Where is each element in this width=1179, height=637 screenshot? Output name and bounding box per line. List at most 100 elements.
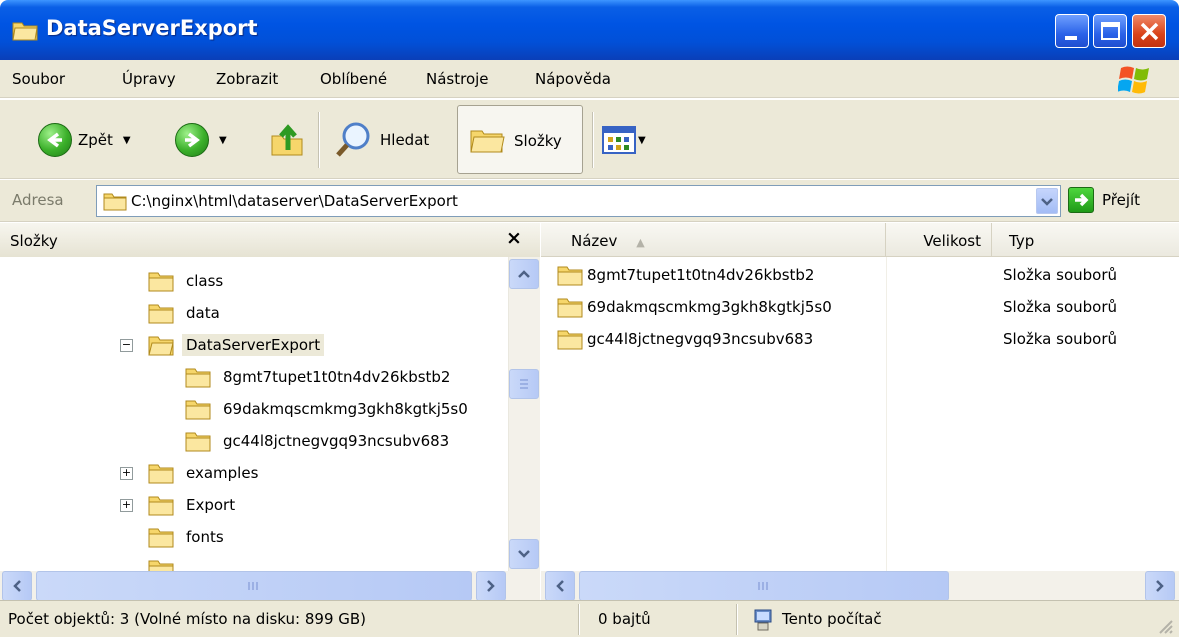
- forward-button[interactable]: ▼: [175, 100, 227, 180]
- file-list: Název ▲ Velikost Typ 8gmt7tupet1t0tn4dv2…: [541, 223, 1179, 601]
- back-label: Zpět: [78, 131, 113, 149]
- forward-dropdown-icon[interactable]: ▼: [219, 135, 227, 146]
- chevron-right-icon: [487, 580, 495, 592]
- tree-item-label: 69dakmqscmkmg3gkh8kgtkj5s0: [223, 400, 468, 418]
- forward-arrow-icon: [175, 123, 209, 157]
- address-dropdown-button[interactable]: [1036, 188, 1058, 214]
- scroll-left-button[interactable]: [545, 571, 575, 601]
- back-dropdown-icon[interactable]: ▼: [123, 135, 131, 146]
- folders-pane-title: Složky: [10, 232, 58, 250]
- folder-tree: class data − DataServerExport 8gmt7tupet…: [0, 257, 508, 571]
- folders-horizontal-scrollbar[interactable]: [0, 571, 540, 601]
- maximize-icon: [1101, 22, 1120, 40]
- close-pane-icon[interactable]: ×: [506, 227, 522, 249]
- scroll-thumb[interactable]: [36, 571, 472, 601]
- tree-item-label: data: [186, 304, 220, 322]
- column-type-label: Typ: [1009, 232, 1035, 250]
- column-divider: [886, 257, 887, 571]
- list-item[interactable]: 8gmt7tupet1t0tn4dv26kbstb2 Složka soubor…: [557, 261, 1157, 289]
- tree-item-data[interactable]: data: [148, 299, 224, 327]
- grip-icon: [758, 582, 768, 590]
- tree-item-dataserverexport[interactable]: DataServerExport: [148, 331, 325, 359]
- sort-ascending-icon: ▲: [636, 236, 645, 249]
- status-size: 0 bajtů: [598, 610, 651, 628]
- folder-icon: [12, 22, 38, 41]
- folder-icon: [148, 528, 174, 548]
- column-header-size[interactable]: Velikost: [886, 223, 992, 257]
- chevron-up-icon: [518, 270, 530, 278]
- tree-item-label: 8gmt7tupet1t0tn4dv26kbstb2: [223, 368, 451, 386]
- tree-item-fonts[interactable]: fonts: [148, 523, 228, 551]
- minimize-icon: [1065, 36, 1077, 40]
- address-path: C:\nginx\html\dataserver\DataServerExpor…: [131, 192, 458, 210]
- tree-item-label: DataServerExport: [182, 334, 325, 356]
- views-button[interactable]: ▼: [602, 100, 646, 180]
- files-horizontal-scrollbar[interactable]: [541, 571, 1179, 601]
- go-button[interactable]: Přejít: [1068, 187, 1140, 213]
- menu-oblibene[interactable]: Oblíbené: [320, 70, 387, 88]
- column-headers: Název ▲ Velikost Typ: [541, 223, 1179, 257]
- collapse-icon[interactable]: −: [120, 339, 133, 352]
- menu-zobrazit[interactable]: Zobrazit: [216, 70, 278, 88]
- chevron-left-icon: [13, 580, 21, 592]
- list-item[interactable]: 69dakmqscmkmg3gkh8kgtkj5s0 Složka soubor…: [557, 293, 1157, 321]
- expand-icon[interactable]: +: [120, 467, 133, 480]
- folder-icon: [103, 193, 127, 211]
- tree-item-export[interactable]: Export: [148, 491, 239, 519]
- folder-icon: [185, 400, 211, 420]
- tree-item-class[interactable]: class: [148, 267, 227, 295]
- folders-vertical-scrollbar[interactable]: [508, 257, 540, 571]
- scroll-right-button[interactable]: [476, 571, 506, 601]
- search-icon: [336, 122, 370, 157]
- menu-upravy[interactable]: Úpravy: [122, 70, 176, 88]
- tree-item-label: examples: [186, 464, 259, 482]
- resize-grip-icon[interactable]: [1156, 617, 1174, 635]
- column-header-type[interactable]: Typ: [993, 223, 1179, 257]
- go-label: Přejít: [1102, 191, 1141, 209]
- up-folder-button[interactable]: [270, 100, 306, 180]
- scroll-thumb[interactable]: [579, 571, 949, 601]
- menu-napoveda[interactable]: Nápověda: [535, 70, 611, 88]
- views-dropdown-icon[interactable]: ▼: [638, 135, 646, 146]
- close-icon: [1140, 22, 1159, 41]
- scroll-thumb[interactable]: [509, 369, 539, 399]
- column-name-label: Název: [571, 232, 618, 250]
- folders-pane: Složky × class data − DataServerExport 8…: [0, 223, 540, 601]
- folder-icon: [148, 272, 174, 292]
- scroll-right-button[interactable]: [1145, 571, 1175, 601]
- address-bar: Adresa C:\nginx\html\dataserver\DataServ…: [0, 180, 1179, 222]
- close-button[interactable]: [1132, 14, 1166, 48]
- folders-button[interactable]: Složky: [457, 105, 583, 174]
- tree-item-subfolder[interactable]: 8gmt7tupet1t0tn4dv26kbstb2: [185, 363, 454, 391]
- list-item[interactable]: gc44l8jctnegvgq93ncsubv683 Složka soubor…: [557, 325, 1157, 353]
- column-header-name[interactable]: Název ▲: [541, 223, 886, 257]
- file-name: 8gmt7tupet1t0tn4dv26kbstb2: [587, 266, 815, 284]
- folder-icon: [557, 330, 583, 350]
- expand-icon[interactable]: +: [120, 499, 133, 512]
- tree-item-label: class: [186, 272, 224, 290]
- windows-logo-icon: [1118, 66, 1149, 94]
- menu-nastroje[interactable]: Nástroje: [426, 70, 489, 88]
- tree-item-partial: [148, 555, 174, 571]
- folder-icon: [185, 368, 211, 388]
- back-button[interactable]: Zpět ▼: [38, 100, 131, 180]
- minimize-button[interactable]: [1055, 14, 1089, 48]
- folder-icon: [148, 496, 174, 516]
- title-bar[interactable]: DataServerExport: [0, 0, 1179, 60]
- menu-soubor[interactable]: Soubor: [12, 70, 65, 88]
- scroll-up-button[interactable]: [509, 259, 539, 289]
- address-input[interactable]: C:\nginx\html\dataserver\DataServerExpor…: [96, 185, 1061, 217]
- folders-label: Složky: [514, 132, 562, 150]
- maximize-button[interactable]: [1093, 14, 1127, 48]
- tree-item-subfolder[interactable]: gc44l8jctnegvgq93ncsubv683: [185, 427, 453, 455]
- address-label: Adresa: [12, 191, 64, 209]
- tree-item-label: Export: [186, 496, 236, 514]
- chevron-right-icon: [1156, 580, 1164, 592]
- tree-item-subfolder[interactable]: 69dakmqscmkmg3gkh8kgtkj5s0: [185, 395, 472, 423]
- scroll-down-button[interactable]: [509, 539, 539, 569]
- search-button[interactable]: Hledat: [334, 100, 429, 180]
- scroll-left-button[interactable]: [2, 571, 32, 601]
- status-objects: Počet objektů: 3 (Volné místo na disku: …: [8, 610, 367, 628]
- tree-item-examples[interactable]: examples: [148, 459, 262, 487]
- folder-icon: [557, 298, 583, 318]
